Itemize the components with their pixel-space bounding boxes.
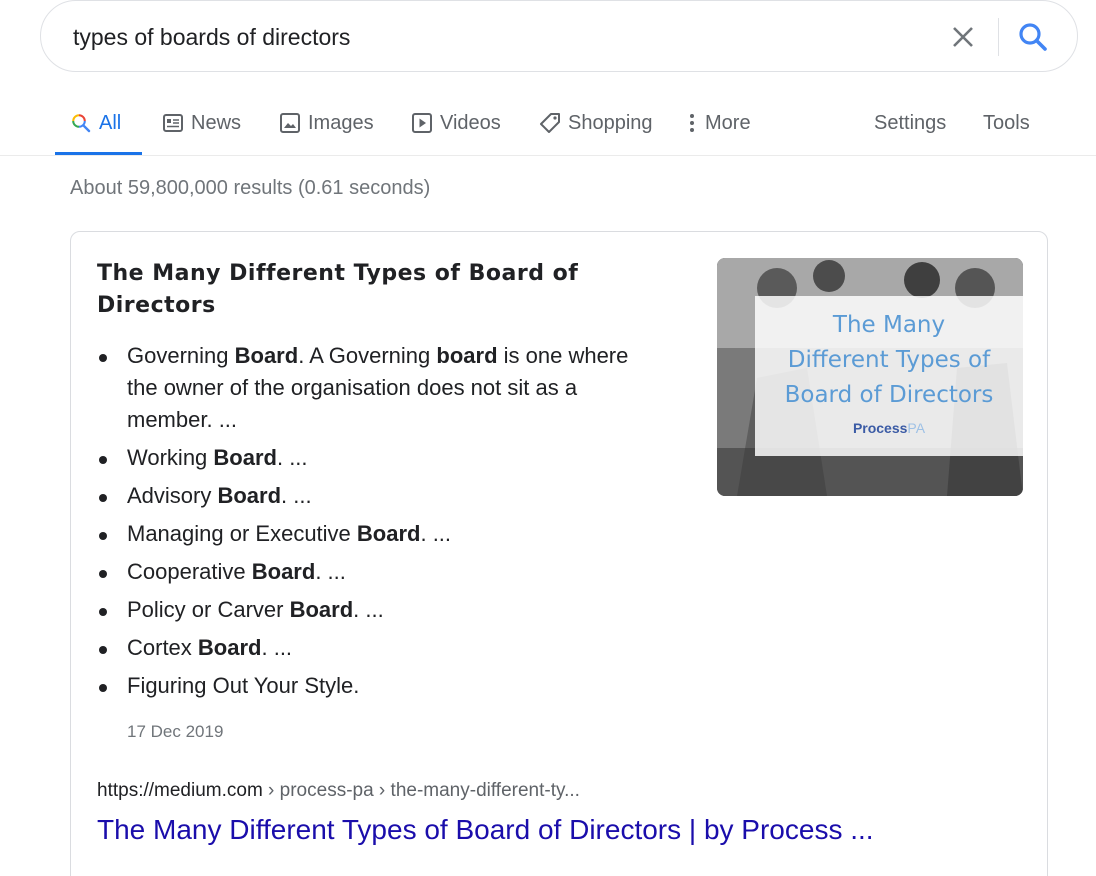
settings-link[interactable]: Settings <box>874 108 946 138</box>
processpa-logo: ProcessPA <box>852 420 926 436</box>
tab-label: News <box>191 111 242 134</box>
search-button[interactable] <box>1015 19 1051 55</box>
divider <box>998 18 999 56</box>
tab-images[interactable]: Images <box>279 108 374 138</box>
image-caption-line: Board of Directors <box>784 382 994 408</box>
snippet-date: 17 Dec 2019 <box>127 722 224 741</box>
list-item: Governing Board. A Governing board is on… <box>97 340 657 436</box>
tab-all[interactable]: All <box>70 108 121 138</box>
snippet-list: Governing Board. A Governing board is on… <box>97 340 657 708</box>
list-item: Advisory Board. ... <box>97 480 657 512</box>
more-vert-icon <box>686 112 698 134</box>
list-item: Working Board. ... <box>97 442 657 474</box>
active-tab-indicator <box>55 152 142 155</box>
search-icon <box>1019 23 1047 51</box>
image-icon <box>279 112 301 134</box>
tab-more[interactable]: More <box>686 108 751 138</box>
image-caption-panel: The Many Different Types of Board of Dir… <box>755 296 1023 456</box>
tab-shopping[interactable]: Shopping <box>539 108 653 138</box>
search-tabs: All News Images Videos Shopping More Set… <box>0 96 1096 156</box>
result-stats: About 59,800,000 results (0.61 seconds) <box>70 177 431 199</box>
tab-label: Videos <box>440 111 501 134</box>
list-item: Figuring Out Your Style. <box>97 670 657 702</box>
clear-search-button[interactable] <box>947 21 979 53</box>
search-box <box>40 0 1078 72</box>
tab-news[interactable]: News <box>162 108 241 138</box>
search-input[interactable] <box>73 23 933 51</box>
image-caption-line: Different Types of <box>787 347 991 373</box>
tag-icon <box>539 112 561 134</box>
list-item: Cortex Board. ... <box>97 632 657 664</box>
list-item: Cooperative Board. ... <box>97 556 657 588</box>
news-icon <box>162 112 184 134</box>
play-icon <box>411 112 433 134</box>
tab-videos[interactable]: Videos <box>411 108 501 138</box>
search-icon <box>70 112 92 134</box>
snippet-image[interactable]: The Many Different Types of Board of Dir… <box>717 258 1023 496</box>
list-item: Managing or Executive Board. ... <box>97 518 657 550</box>
list-item: Policy or Carver Board. ... <box>97 594 657 626</box>
close-icon <box>953 27 973 47</box>
result-title-link[interactable]: The Many Different Types of Board of Dir… <box>97 814 874 846</box>
tools-link[interactable]: Tools <box>983 108 1030 138</box>
tab-label: Images <box>308 111 374 134</box>
tab-label: Shopping <box>568 111 653 134</box>
tab-label: More <box>705 111 751 134</box>
image-caption-line: The Many <box>832 312 946 338</box>
snippet-title: The Many Different Types of Board of Dir… <box>97 261 579 318</box>
result-url: https://medium.com › process-pa › the-ma… <box>97 780 580 801</box>
tab-label: All <box>99 111 122 134</box>
featured-snippet: The Many Different Types of Board of Dir… <box>70 231 1048 876</box>
